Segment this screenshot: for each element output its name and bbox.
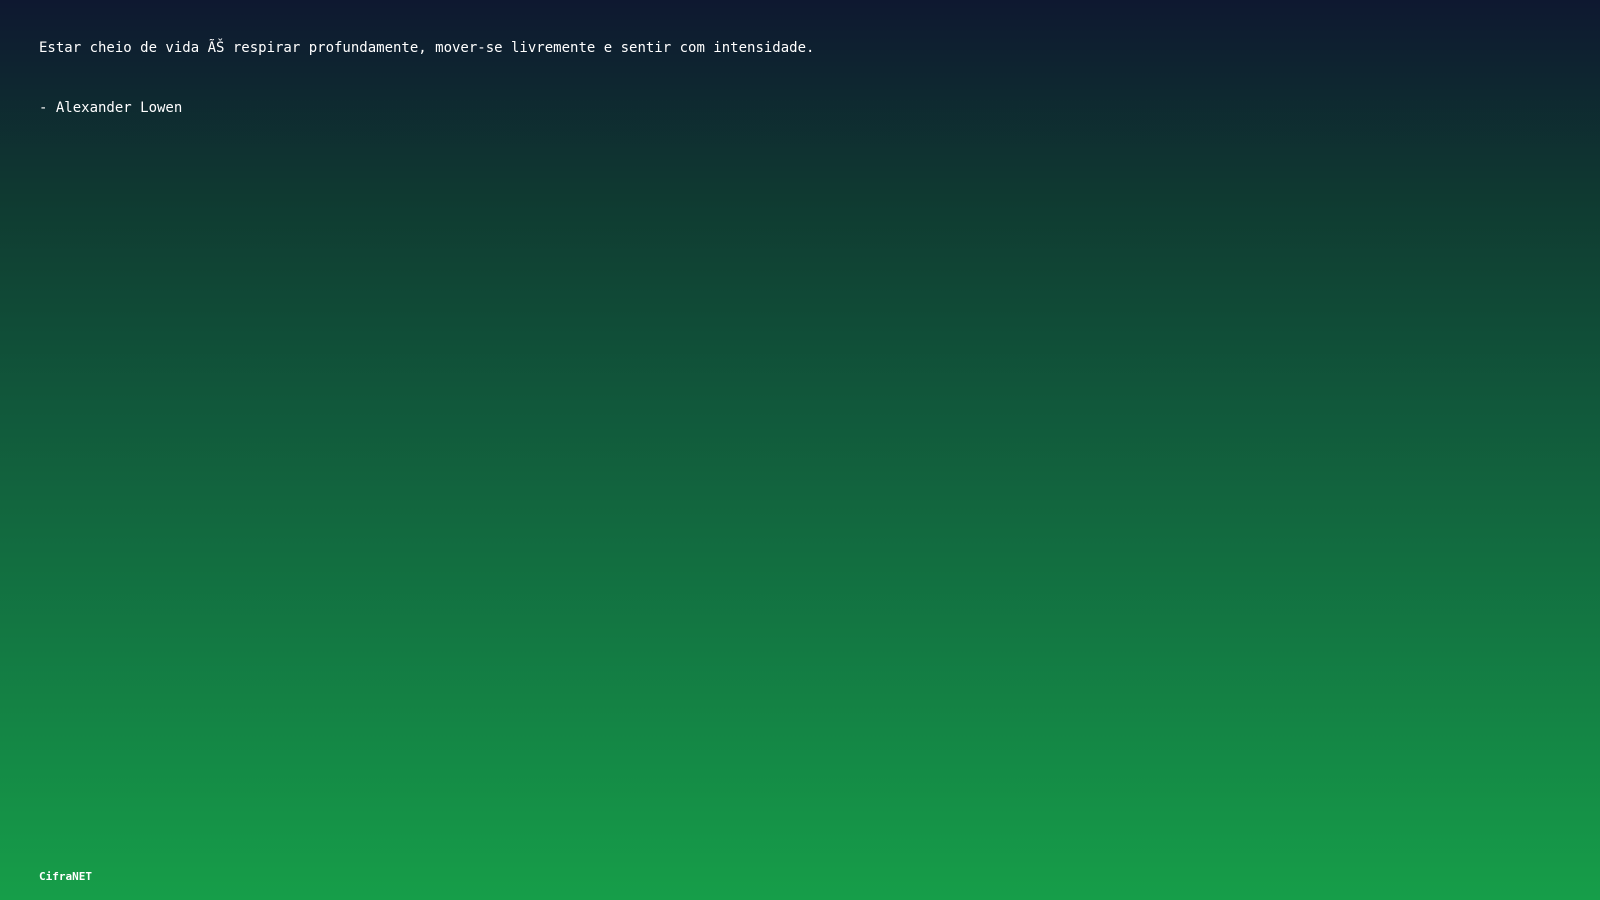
quote-text: Estar cheio de vida ÃŠ respirar profunda… xyxy=(39,40,815,56)
quote-author: - Alexander Lowen xyxy=(39,100,183,116)
brand-label: CifraNET xyxy=(39,870,92,883)
quote-screen: { "quote": { "text": "Estar cheio de vid… xyxy=(0,0,1600,900)
